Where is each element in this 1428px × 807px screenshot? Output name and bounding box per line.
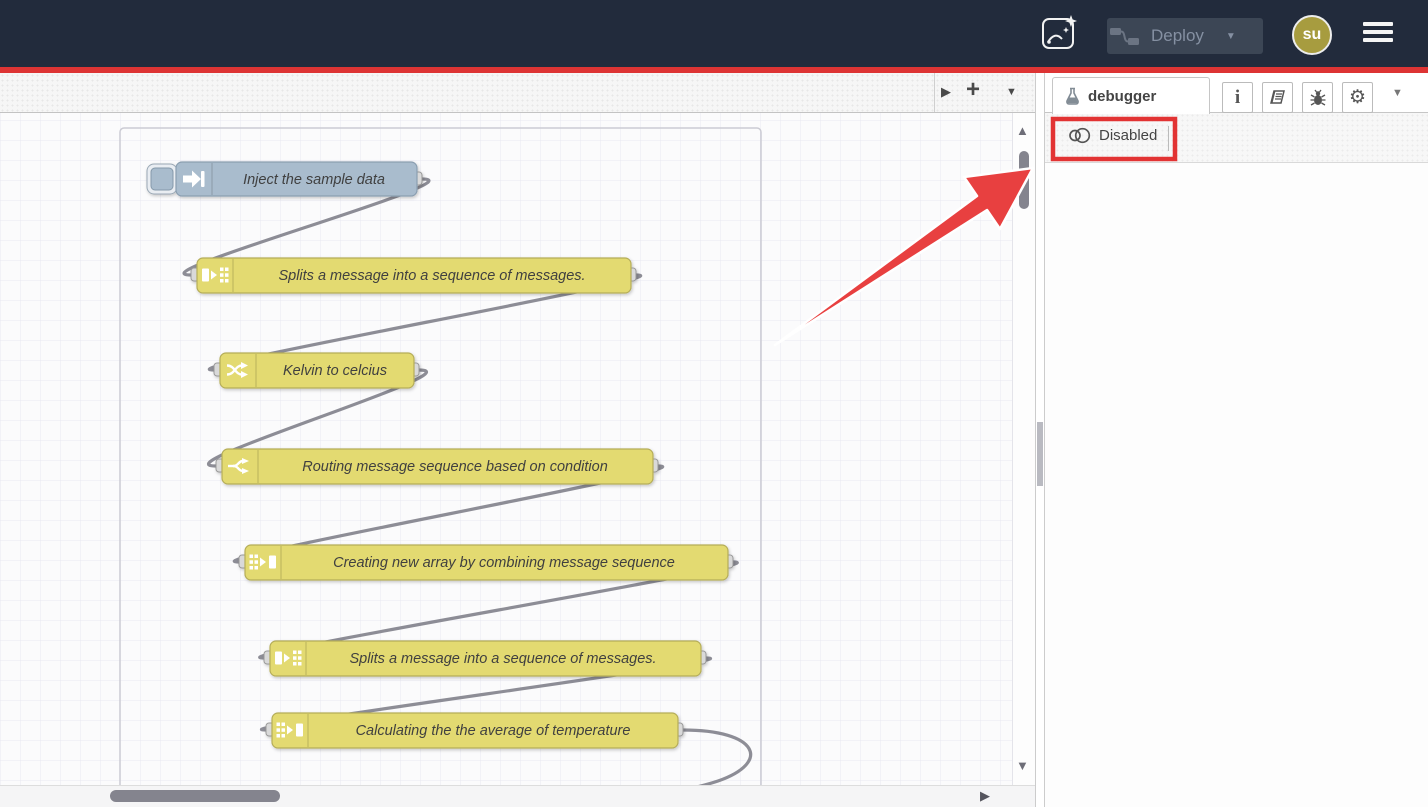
user-avatar[interactable]: su bbox=[1292, 15, 1332, 55]
canvas-vertical-scrollbar[interactable]: ▲ ▼ bbox=[1012, 113, 1035, 785]
gear-icon: ⚙ bbox=[1349, 88, 1366, 107]
avatar-initials: su bbox=[1303, 26, 1322, 44]
node-label: Inject the sample data bbox=[243, 172, 385, 188]
flow-node-split[interactable]: Splits a message into a sequence of mess… bbox=[264, 641, 706, 676]
debug-messages-button[interactable] bbox=[1302, 82, 1333, 113]
flow-canvas[interactable]: Inject the sample data Splits a message … bbox=[0, 113, 1035, 785]
deploy-button[interactable]: Deploy ▼ bbox=[1107, 18, 1263, 54]
book-icon bbox=[1268, 89, 1287, 106]
settings-button[interactable]: ⚙ bbox=[1342, 82, 1373, 113]
tab-bar-separator bbox=[934, 73, 935, 112]
scroll-right-icon[interactable]: ▶ bbox=[980, 788, 990, 804]
node-label: Splits a message into a sequence of mess… bbox=[349, 651, 656, 667]
node-label: Splits a message into a sequence of mess… bbox=[278, 268, 585, 284]
node-label: Calculating the the average of temperatu… bbox=[356, 723, 631, 739]
node-label: Creating new array by combining message … bbox=[333, 555, 675, 571]
scroll-up-icon[interactable]: ▲ bbox=[1016, 123, 1029, 138]
flow-node-inject[interactable]: Inject the sample data bbox=[147, 162, 422, 196]
deploy-icon bbox=[1107, 24, 1141, 48]
sidebar: debugger i ⚙ ▼ bbox=[1045, 73, 1428, 807]
inject-button-inner[interactable] bbox=[151, 168, 173, 190]
node-label: Kelvin to celcius bbox=[283, 363, 387, 379]
vertical-scroll-thumb[interactable] bbox=[1019, 151, 1029, 209]
workspace-tab-bar: ▶ + ▼ bbox=[0, 73, 1035, 113]
main-menu-icon[interactable] bbox=[1363, 22, 1393, 46]
disabled-label: Disabled bbox=[1099, 127, 1157, 144]
splitter-drag-handle[interactable] bbox=[1037, 422, 1043, 486]
sidebar-menu-chevron-icon[interactable]: ▼ bbox=[1392, 87, 1403, 99]
sidebar-splitter[interactable] bbox=[1035, 73, 1045, 807]
info-button[interactable]: i bbox=[1222, 82, 1253, 113]
toolbar-separator bbox=[1168, 126, 1169, 151]
add-flow-button[interactable]: + bbox=[966, 76, 980, 104]
help-button[interactable] bbox=[1262, 82, 1293, 113]
flask-icon bbox=[1065, 87, 1080, 105]
horizontal-scroll-thumb[interactable] bbox=[110, 790, 280, 802]
flow-node-join[interactable]: Calculating the the average of temperatu… bbox=[266, 713, 683, 748]
flow-list-chevron-icon[interactable]: ▼ bbox=[1006, 86, 1017, 98]
canvas-horizontal-scrollbar[interactable]: ▶ bbox=[0, 785, 1035, 807]
ai-assistant-icon[interactable] bbox=[1040, 13, 1080, 53]
debug-toolbar: Disabled bbox=[1045, 113, 1428, 163]
sidebar-tab-bar: debugger i ⚙ ▼ bbox=[1045, 73, 1428, 113]
deploy-label: Deploy bbox=[1151, 26, 1204, 46]
scroll-tabs-right-icon[interactable]: ▶ bbox=[941, 84, 951, 100]
debug-disabled-toggle[interactable]: Disabled bbox=[1068, 127, 1157, 144]
scroll-down-icon[interactable]: ▼ bbox=[1016, 758, 1029, 773]
bug-icon bbox=[1309, 89, 1327, 107]
debug-panel-content bbox=[1045, 163, 1428, 807]
flow-node-split[interactable]: Splits a message into a sequence of mess… bbox=[191, 258, 636, 293]
toggle-off-icon bbox=[1068, 127, 1091, 144]
flow-node-join[interactable]: Creating new array by combining message … bbox=[239, 545, 733, 580]
app-header: Deploy ▼ su bbox=[0, 0, 1428, 67]
tab-debugger-label: debugger bbox=[1088, 88, 1156, 105]
info-icon: i bbox=[1235, 87, 1240, 109]
tab-debugger[interactable]: debugger bbox=[1052, 77, 1210, 114]
node-label: Routing message sequence based on condit… bbox=[302, 459, 608, 475]
deploy-chevron-icon[interactable]: ▼ bbox=[1226, 31, 1236, 42]
flow-node-switch[interactable]: Routing message sequence based on condit… bbox=[216, 449, 658, 484]
flow-node-change[interactable]: Kelvin to celcius bbox=[214, 353, 419, 388]
